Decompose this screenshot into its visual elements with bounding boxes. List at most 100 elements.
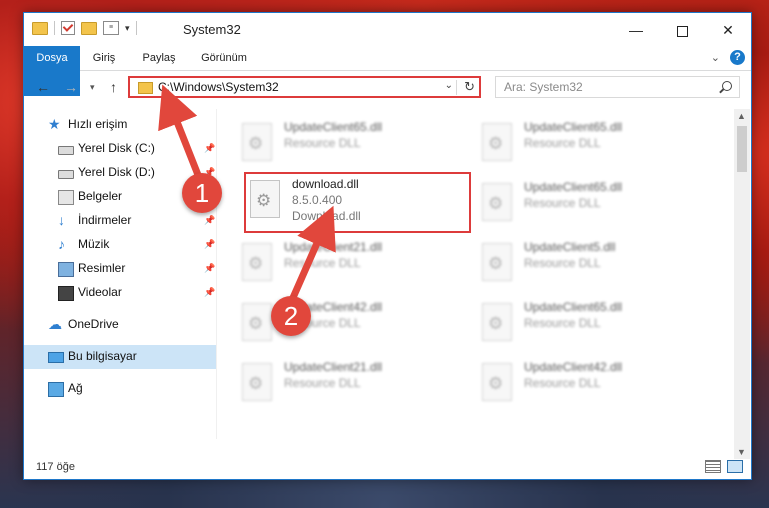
sidebar-item-label: OneDrive (68, 317, 119, 331)
disk-icon (58, 146, 74, 155)
search-input[interactable]: Ara: System32 (495, 76, 740, 98)
dll-file-icon (250, 180, 280, 218)
pin-icon[interactable]: 📌 (204, 287, 215, 298)
search-placeholder: Ara: System32 (504, 80, 583, 94)
file-name: UpdateClient21.dll (284, 240, 383, 254)
file-item[interactable]: UpdateClient65.dll Resource DLL (478, 177, 708, 227)
up-arrow-icon[interactable]: ↑ (110, 79, 117, 95)
pin-icon[interactable]: 📌 (204, 239, 215, 250)
toolbar-divider (54, 21, 55, 35)
close-button[interactable]: ✕ (705, 17, 751, 43)
videos-icon (58, 286, 74, 301)
view-switcher (705, 460, 743, 473)
dll-file-icon (482, 363, 512, 401)
large-icons-view-icon[interactable] (727, 460, 743, 473)
pin-icon[interactable]: 📌 (204, 215, 215, 226)
file-item[interactable]: UpdateClient65.dll Resource DLL (238, 117, 468, 167)
maximize-button[interactable] (659, 17, 705, 43)
file-name: UpdateClient65.dll (524, 120, 623, 134)
sidebar-item-label: Ağ (68, 381, 83, 395)
file-item-download-dll[interactable]: download.dll 8.5.0.400 Download.dll (244, 172, 471, 233)
back-arrow-icon[interactable]: ← (36, 79, 50, 95)
documents-icon (58, 190, 74, 205)
sidebar-item-music[interactable]: ♪ Müzik 📌 (24, 233, 216, 257)
tab-view[interactable]: Görünüm (190, 46, 258, 70)
sidebar-item-label: Videolar (78, 285, 122, 299)
pin-icon[interactable]: 📌 (204, 263, 215, 274)
folder-icon (32, 21, 48, 35)
sidebar-item-label: Müzik (78, 237, 110, 251)
file-item[interactable]: UpdateClient65.dll Resource DLL (478, 117, 708, 167)
tab-share[interactable]: Paylaş (128, 46, 190, 70)
pictures-icon (58, 262, 74, 277)
file-list: UpdateClient65.dll Resource DLL UpdateCl… (220, 103, 733, 453)
address-bar[interactable]: C:\Windows\System32 ⌄ ↻ (128, 76, 481, 98)
sidebar-item-videos[interactable]: Videolar 📌 (24, 281, 216, 305)
status-bar: 117 öğe (24, 455, 751, 479)
search-icon[interactable] (722, 81, 732, 91)
sidebar-item-label: Bu bilgisayar (68, 349, 137, 363)
maximize-icon (676, 25, 688, 37)
dll-file-icon (242, 123, 272, 161)
file-name: UpdateClient42.dll (524, 360, 623, 374)
address-dropdown-icon[interactable]: ⌄ (445, 80, 453, 91)
vertical-scrollbar[interactable]: ▲ ▼ (734, 109, 750, 459)
sidebar-item-pictures[interactable]: Resimler 📌 (24, 257, 216, 281)
forward-arrow-icon[interactable]: → (64, 79, 78, 95)
quick-access-toolbar: ≡ ▾ (32, 21, 137, 35)
folder-icon (138, 82, 153, 94)
sidebar-item-onedrive[interactable]: ☁ OneDrive (24, 313, 216, 337)
file-type: Resource DLL (524, 376, 601, 390)
dll-file-icon (482, 243, 512, 281)
step-badge-2: 2 (271, 296, 311, 336)
details-view-icon[interactable] (705, 460, 721, 473)
window-title: System32 (183, 22, 241, 37)
explorer-window: ≡ ▾ System32 — ✕ Dosya Giriş Paylaş Görü… (23, 12, 752, 480)
sidebar-item-this-pc[interactable]: Bu bilgisayar (24, 345, 216, 369)
pane-divider[interactable] (216, 109, 217, 439)
expand-ribbon-icon[interactable]: ⌄ (711, 51, 720, 64)
toolbar-divider (135, 21, 137, 35)
sidebar-item-downloads[interactable]: ↓ İndirmeler 📌 (24, 209, 216, 233)
new-folder-icon[interactable] (81, 21, 97, 35)
sidebar-item-label: Hızlı erişim (68, 117, 128, 131)
sidebar-item-local-disk-c[interactable]: Yerel Disk (C:) 📌 (24, 137, 216, 161)
recent-locations-icon[interactable]: ▾ (90, 82, 95, 93)
dll-file-icon (482, 123, 512, 161)
file-item[interactable]: UpdateClient21.dll Resource DLL (238, 237, 468, 287)
network-icon (48, 382, 64, 397)
star-icon: ★ (48, 116, 61, 132)
sidebar-item-network[interactable]: Ağ (24, 377, 216, 401)
pin-icon[interactable]: 📌 (204, 143, 215, 154)
music-icon: ♪ (58, 236, 65, 252)
onedrive-icon: ☁ (48, 316, 62, 332)
properties-check-icon[interactable] (61, 21, 75, 35)
dll-file-icon (482, 303, 512, 341)
file-item[interactable]: UpdateClient21.dll Resource DLL (238, 357, 468, 407)
computer-icon (48, 352, 64, 363)
refresh-icon[interactable]: ↻ (464, 79, 475, 95)
help-icon[interactable]: ? (730, 50, 745, 65)
sidebar-item-label: Yerel Disk (D:) (78, 165, 155, 179)
downloads-icon: ↓ (58, 212, 65, 228)
file-name: UpdateClient21.dll (284, 360, 383, 374)
ribbon-right-controls: ⌄ ? (711, 50, 745, 65)
scroll-up-icon[interactable]: ▲ (737, 111, 746, 121)
file-item[interactable]: UpdateClient42.dll Resource DLL (478, 357, 708, 407)
address-path[interactable]: C:\Windows\System32 (158, 80, 279, 94)
address-divider (456, 80, 457, 95)
file-name: UpdateClient65.dll (284, 120, 383, 134)
file-name: UpdateClient65.dll (524, 180, 623, 194)
dll-file-icon (242, 243, 272, 281)
toolbar-dropdown-icon[interactable]: ▾ (125, 23, 130, 34)
file-item[interactable]: UpdateClient5.dll Resource DLL (478, 237, 708, 287)
minimize-button[interactable]: — (613, 17, 659, 43)
ribbon-tabs: Dosya Giriş Paylaş Görünüm ⌄ ? (24, 46, 751, 96)
step-badge-1: 1 (182, 173, 222, 213)
sidebar-item-label: Belgeler (78, 189, 123, 203)
file-item[interactable]: UpdateClient65.dll Resource DLL (478, 297, 708, 347)
sidebar-item-quick-access[interactable]: ★ Hızlı erişim (24, 113, 216, 137)
customize-toolbar-icon[interactable]: ≡ (103, 21, 119, 35)
scroll-thumb[interactable] (737, 126, 747, 172)
tab-home[interactable]: Giriş (80, 46, 128, 70)
